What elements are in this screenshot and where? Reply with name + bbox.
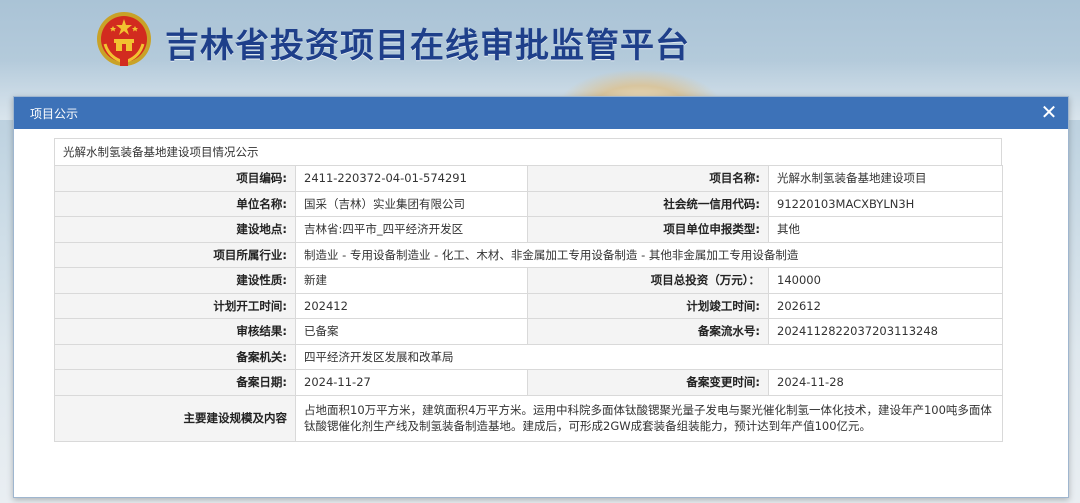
total-investment-value: 140000: [768, 267, 1003, 294]
disclosure-content: 光解水制氢装备基地建设项目情况公示 项目编码: 2411-220372-04-0…: [54, 138, 1003, 442]
record-date-value: 2024-11-27: [295, 369, 528, 396]
table-row: 审核结果: 已备案 备案流水号: 2024112822037203113248: [54, 318, 1003, 345]
table-row: 建设地点: 吉林省:四平市_四平经济开发区 项目单位申报类型: 其他: [54, 216, 1003, 243]
location-value: 吉林省:四平市_四平经济开发区: [295, 216, 528, 243]
table-caption: 光解水制氢装备基地建设项目情况公示: [54, 138, 1002, 165]
unit-type-value: 其他: [768, 216, 1003, 243]
credit-code-label: 社会统一信用代码:: [527, 190, 769, 217]
project-code-label: 项目编码:: [54, 165, 296, 192]
review-result-value: 已备案: [295, 318, 528, 345]
site-header: 吉林省投资项目在线审批监管平台: [0, 0, 1080, 95]
close-icon[interactable]: ✕: [1038, 101, 1060, 123]
scale-label: 主要建设规模及内容: [54, 394, 296, 442]
table-row: 备案机关: 四平经济开发区发展和改革局: [54, 343, 1003, 370]
project-disclosure-dialog: 项目公示 ✕ 光解水制氢装备基地建设项目情况公示 项目编码: 2411-2203…: [13, 96, 1069, 498]
start-time-value: 202412: [295, 292, 528, 319]
industry-label: 项目所属行业:: [54, 241, 296, 268]
table-row: 项目编码: 2411-220372-04-01-574291 项目名称: 光解水…: [54, 165, 1003, 192]
project-code-value: 2411-220372-04-01-574291: [295, 165, 528, 192]
finish-time-value: 202612: [768, 292, 1003, 319]
total-investment-label: 项目总投资（万元）：: [527, 267, 769, 294]
record-date-label: 备案日期:: [54, 369, 296, 396]
change-time-label: 备案变更时间:: [527, 369, 769, 396]
table-row: 计划开工时间: 202412 计划竣工时间: 202612: [54, 292, 1003, 319]
dialog-title: 项目公示: [30, 107, 79, 121]
location-label: 建设地点:: [54, 216, 296, 243]
start-time-label: 计划开工时间:: [54, 292, 296, 319]
project-name-value: 光解水制氢装备基地建设项目: [768, 165, 1003, 192]
table-row: 建设性质: 新建 项目总投资（万元）： 140000: [54, 267, 1003, 294]
nature-label: 建设性质:: [54, 267, 296, 294]
site-title: 吉林省投资项目在线审批监管平台: [165, 26, 690, 66]
authority-label: 备案机关:: [54, 343, 296, 370]
change-time-value: 2024-11-28: [768, 369, 1003, 396]
nature-value: 新建: [295, 267, 528, 294]
industry-value: 制造业 - 专用设备制造业 - 化工、木材、非金属加工专用设备制造 - 其他非金…: [295, 241, 1003, 268]
unit-type-label: 项目单位申报类型:: [527, 216, 769, 243]
credit-code-value: 91220103MACXBYLN3H: [768, 190, 1003, 217]
table-row: 单位名称: 国采（吉林）实业集团有限公司 社会统一信用代码: 91220103M…: [54, 190, 1003, 217]
scale-value: 占地面积10万平方米，建筑面积4万平方米。运用中科院多面体钛酸锶聚光量子发电与聚…: [295, 394, 1003, 442]
serial-no-label: 备案流水号:: [527, 318, 769, 345]
dialog-header: 项目公示 ✕: [14, 97, 1068, 129]
project-name-label: 项目名称:: [527, 165, 769, 192]
table-row: 项目所属行业: 制造业 - 专用设备制造业 - 化工、木材、非金属加工专用设备制…: [54, 241, 1003, 268]
table-row: 备案日期: 2024-11-27 备案变更时间: 2024-11-28: [54, 369, 1003, 396]
unit-name-label: 单位名称:: [54, 190, 296, 217]
serial-no-value: 2024112822037203113248: [768, 318, 1003, 345]
unit-name-value: 国采（吉林）实业集团有限公司: [295, 190, 528, 217]
review-result-label: 审核结果:: [54, 318, 296, 345]
table-row: 主要建设规模及内容 占地面积10万平方米，建筑面积4万平方米。运用中科院多面体钛…: [54, 394, 1003, 442]
authority-value: 四平经济开发区发展和改革局: [295, 343, 1003, 370]
national-emblem-icon: [97, 12, 151, 66]
project-info-table: 项目编码: 2411-220372-04-01-574291 项目名称: 光解水…: [54, 165, 1003, 442]
finish-time-label: 计划竣工时间:: [527, 292, 769, 319]
